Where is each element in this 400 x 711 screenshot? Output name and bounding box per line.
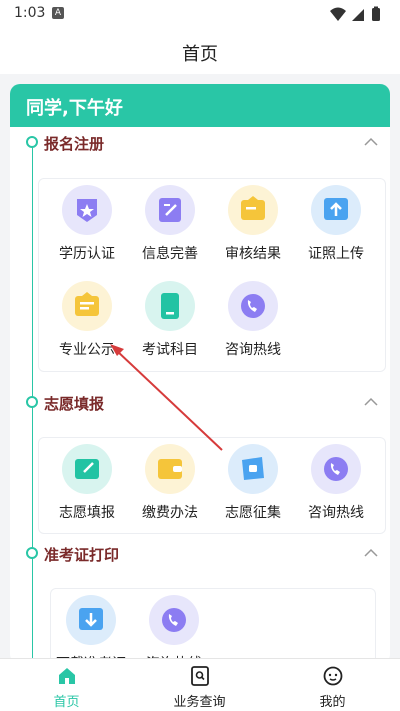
section-title-admission-ticket[interactable]: 准考证打印 bbox=[44, 544, 119, 565]
home-icon bbox=[59, 668, 75, 684]
bottom-tab-bar: 首页 业务查询 我的 bbox=[0, 658, 400, 711]
briefcase-doc-icon bbox=[62, 281, 112, 331]
section-dot bbox=[26, 396, 38, 408]
status-time: 1:03 bbox=[14, 5, 46, 21]
tile-payment[interactable]: 缴费办法 bbox=[130, 444, 210, 534]
tile-label: 证照上传 bbox=[308, 246, 364, 262]
tile-hotline[interactable]: 咨询热线 bbox=[213, 281, 293, 371]
tile-label: 咨询热线 bbox=[225, 342, 281, 358]
tile-label: 考试科目 bbox=[142, 342, 198, 358]
folder-icon bbox=[228, 185, 278, 235]
section-grid-registration: 学历认证 信息完善 审核结果 证照上传 专业公示 考试科目 咨询热线 bbox=[38, 178, 386, 372]
page-title: 首页 bbox=[182, 44, 218, 65]
book-icon bbox=[145, 281, 195, 331]
section-dot bbox=[26, 547, 38, 559]
battery-icon bbox=[372, 8, 380, 21]
greeting-text: 同学,下午好 bbox=[26, 98, 123, 119]
wallet-icon bbox=[145, 444, 195, 494]
tile-label: 志愿征集 bbox=[225, 505, 281, 521]
tile-label: 缴费办法 bbox=[142, 505, 198, 521]
tab-home[interactable]: 首页 bbox=[0, 659, 133, 711]
download-icon bbox=[66, 595, 116, 645]
status-icons bbox=[330, 6, 380, 21]
phone-icon bbox=[149, 595, 199, 645]
tile-volunteer-collect[interactable]: 志愿征集 bbox=[213, 444, 293, 534]
pen-paper-icon bbox=[62, 444, 112, 494]
tab-business-query[interactable]: 业务查询 bbox=[133, 659, 266, 711]
wifi-icon bbox=[330, 7, 346, 21]
notification-badge: A bbox=[52, 7, 64, 19]
tile-info-complete[interactable]: 信息完善 bbox=[130, 185, 210, 275]
section-title-registration[interactable]: 报名注册 bbox=[44, 133, 104, 154]
tile-license-upload[interactable]: 证照上传 bbox=[296, 185, 376, 275]
tile-hotline[interactable]: 咨询热线 bbox=[134, 595, 214, 664]
app-header: 首页 bbox=[0, 28, 400, 74]
section-grid-volunteer: 志愿填报 缴费办法 志愿征集 咨询热线 bbox=[38, 437, 386, 534]
tab-label: 我的 bbox=[319, 695, 346, 710]
chevron-up-icon[interactable] bbox=[364, 397, 378, 407]
tab-label: 业务查询 bbox=[173, 695, 226, 710]
section-grid-admission: 下载准考证 咨询热线 bbox=[50, 588, 376, 664]
tile-label: 专业公示 bbox=[59, 342, 115, 358]
tile-download-ticket[interactable]: 下载准考证 bbox=[51, 595, 131, 664]
main-card: 同学,下午好 报名注册 学历认证 信息完善 审核结果 证照上传 专业公示 考试科… bbox=[10, 84, 390, 664]
tab-label: 首页 bbox=[53, 695, 80, 710]
tile-major-announce[interactable]: 专业公示 bbox=[47, 281, 127, 371]
phone-icon bbox=[311, 444, 361, 494]
tile-label: 学历认证 bbox=[59, 246, 115, 262]
upload-icon bbox=[311, 185, 361, 235]
tile-review-result[interactable]: 审核结果 bbox=[213, 185, 293, 275]
status-bar: 1:03 A bbox=[0, 0, 400, 28]
tab-profile[interactable]: 我的 bbox=[266, 659, 399, 711]
collect-icon bbox=[228, 444, 278, 494]
greeting-bar: 同学,下午好 bbox=[10, 84, 390, 127]
tile-label: 志愿填报 bbox=[59, 505, 115, 521]
search-doc-icon bbox=[191, 666, 209, 686]
tile-degree-verify[interactable]: 学历认证 bbox=[47, 185, 127, 275]
shield-star-icon bbox=[62, 185, 112, 235]
tile-label: 咨询热线 bbox=[308, 505, 364, 521]
tile-volunteer-fill[interactable]: 志愿填报 bbox=[47, 444, 127, 534]
section-title-volunteer[interactable]: 志愿填报 bbox=[44, 393, 104, 414]
tile-label: 审核结果 bbox=[225, 246, 281, 262]
chevron-up-icon[interactable] bbox=[364, 137, 378, 147]
profile-icon bbox=[323, 666, 343, 686]
signal-icon bbox=[352, 9, 364, 21]
section-dot bbox=[26, 136, 38, 148]
chevron-up-icon[interactable] bbox=[364, 548, 378, 558]
tile-hotline[interactable]: 咨询热线 bbox=[296, 444, 376, 534]
edit-doc-icon bbox=[145, 185, 195, 235]
tile-label: 信息完善 bbox=[142, 246, 198, 262]
phone-icon bbox=[228, 281, 278, 331]
tile-exam-subjects[interactable]: 考试科目 bbox=[130, 281, 210, 371]
